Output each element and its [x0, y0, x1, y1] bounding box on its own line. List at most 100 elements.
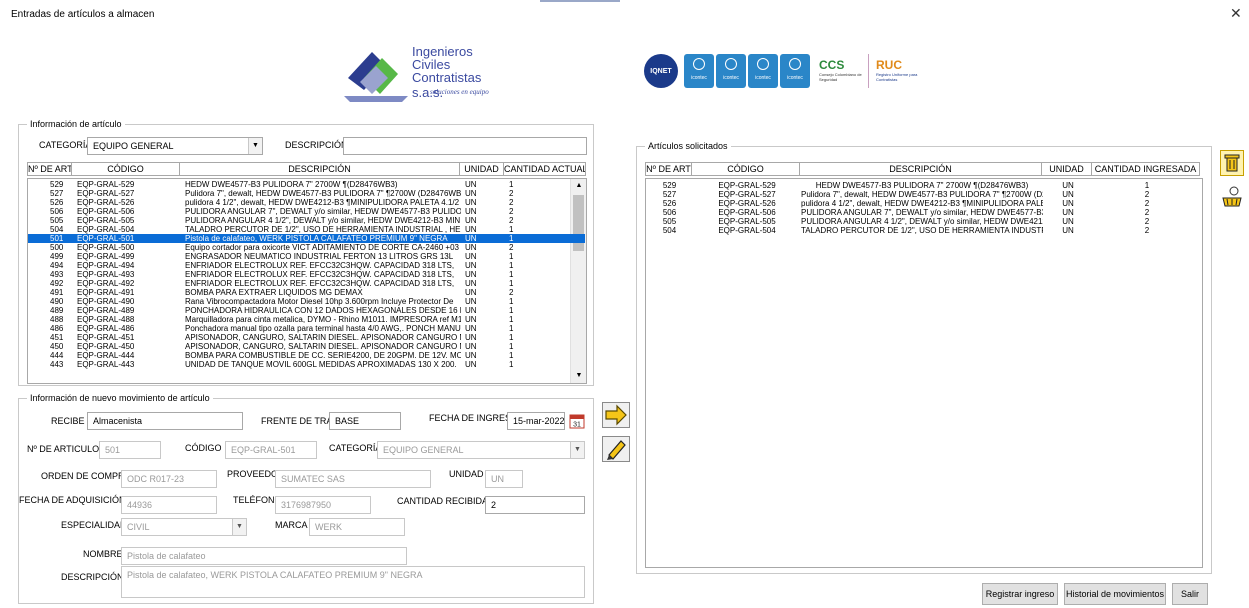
- list-item[interactable]: 500 EQP-GRAL-500 Equipo cortador para oxic…: [28, 243, 585, 252]
- list-item[interactable]: 488 EQP-GRAL-488 Marquilladora para cinta …: [28, 315, 585, 324]
- categoria-mov-select[interactable]: EQUIPO GENERAL ▼: [377, 441, 585, 459]
- list-item[interactable]: 529 EQP-GRAL-529 HEDW DWE4577-B3 PULIDORA …: [646, 181, 1201, 190]
- historial-button[interactable]: Historial de movimientos: [1064, 583, 1166, 605]
- chevron-down-icon[interactable]: ▼: [248, 138, 262, 154]
- list-cell: UN: [465, 297, 477, 306]
- list-item[interactable]: 494 EQP-GRAL-494 ENFRIADOR ELECTROLUX REF.…: [28, 261, 585, 270]
- unidad-input[interactable]: UN: [485, 470, 523, 488]
- list-item[interactable]: 526 EQP-GRAL-526 pulidora 4 1/2", dewalt, …: [646, 199, 1201, 208]
- column-header[interactable]: Nº DE ART: [27, 162, 72, 176]
- list-cell: UN: [1062, 199, 1074, 208]
- salir-button[interactable]: Salir: [1172, 583, 1208, 605]
- list-item[interactable]: 526 EQP-GRAL-526 pulidora 4 1/2", dewalt, …: [28, 198, 585, 207]
- fecha-ingreso-input[interactable]: 15-mar-2022: [507, 412, 565, 430]
- list-item[interactable]: 527 EQP-GRAL-527 Pulidora 7", dewalt, HEDW…: [28, 189, 585, 198]
- list-item[interactable]: 443 EQP-GRAL-443 UNIDAD DE TANQUE MOVIL 60…: [28, 360, 585, 369]
- telefono-input[interactable]: 3176987950: [275, 496, 371, 514]
- info-articulo-legend: Información de artículo: [27, 119, 125, 129]
- scroll-down-icon[interactable]: ▼: [571, 369, 586, 383]
- list-cell: 491: [50, 288, 64, 297]
- list-cell: UN: [465, 306, 477, 315]
- list-item[interactable]: 490 EQP-GRAL-490 Rana Vibrocompactadora Mo…: [28, 297, 585, 306]
- calendar-icon[interactable]: 31: [569, 413, 585, 429]
- list-cell: 499: [50, 252, 64, 261]
- list-item[interactable]: 505 EQP-GRAL-505 PULIDORA ANGULAR 4 1/2", …: [28, 216, 585, 225]
- frente-input[interactable]: BASE: [329, 412, 401, 430]
- list-item[interactable]: 493 EQP-GRAL-493 ENFRIADOR ELECTROLUX REF.…: [28, 270, 585, 279]
- list-cell: 1: [509, 279, 514, 288]
- articulos-listbox[interactable]: ▲ ▼ 529 EQP-GRAL-529 HEDW DWE4577-B3 PULID…: [27, 178, 587, 384]
- list-cell: 2: [509, 198, 514, 207]
- delete-button[interactable]: [1220, 150, 1244, 176]
- list-cell: 506: [50, 207, 64, 216]
- categoria-select[interactable]: EQUIPO GENERAL ▼: [87, 137, 263, 155]
- orden-input[interactable]: ODC R017-23: [121, 470, 217, 488]
- list-item[interactable]: 501 EQP-GRAL-501 Pistola de calafateo, WER…: [28, 234, 585, 243]
- especialidad-select[interactable]: CIVIL ▼: [121, 518, 247, 536]
- categoria-mov-label: CATEGORÍA: [329, 443, 382, 453]
- close-icon[interactable]: ✕: [1230, 5, 1242, 22]
- registrar-ingreso-button[interactable]: Registrar ingreso: [982, 583, 1058, 605]
- list-cell: 526: [662, 199, 677, 208]
- categoria-select-value: EQUIPO GENERAL: [93, 141, 174, 151]
- list-item[interactable]: 492 EQP-GRAL-492 ENFRIADOR ELECTROLUX REF.…: [28, 279, 585, 288]
- codigo-input[interactable]: EQP-GRAL-501: [225, 441, 317, 459]
- articulo-input[interactable]: 501: [99, 441, 161, 459]
- list-cell: TALADRO PERCUTOR DE 1/2", USO DE HERRAMI…: [185, 225, 461, 234]
- nombre-input[interactable]: Pistola de calafateo: [121, 547, 407, 565]
- list-item[interactable]: 504 EQP-GRAL-504 TALADRO PERCUTOR DE 1/2",…: [646, 226, 1201, 235]
- list-cell: UN: [465, 252, 477, 261]
- marca-input[interactable]: WERK: [309, 518, 405, 536]
- list-item[interactable]: 529 EQP-GRAL-529 HEDW DWE4577-B3 PULIDORA …: [28, 180, 585, 189]
- list-cell: HEDW DWE4577-B3 PULIDORA 7" 2700W ¶(D284…: [185, 180, 398, 189]
- list-item[interactable]: 451 EQP-GRAL-451 APISONADOR, CANGURO, SALT…: [28, 333, 585, 342]
- list-item[interactable]: 486 EQP-GRAL-486 Ponchadora manual tipo oz…: [28, 324, 585, 333]
- descripcion-mov-textarea[interactable]: Pistola de calafateo, WERK PISTOLA CALAF…: [121, 566, 585, 598]
- list-cell: 504: [662, 226, 677, 235]
- column-header[interactable]: CANTIDAD INGRESADA: [1092, 162, 1200, 176]
- column-header[interactable]: CÓDIGO: [72, 162, 180, 176]
- chevron-down-icon[interactable]: ▼: [570, 442, 584, 458]
- list-item[interactable]: 527 EQP-GRAL-527 Pulidora 7", dewalt, HEDW…: [646, 190, 1201, 199]
- list-cell: 444: [50, 351, 64, 360]
- list-cell: pulidora 4 1/2", dewalt, HEDW DWE4212-B3…: [801, 199, 1043, 208]
- column-header[interactable]: UNIDAD: [1042, 162, 1092, 176]
- list-cell: EQP-GRAL-500: [77, 243, 135, 252]
- column-header[interactable]: UNIDAD: [460, 162, 504, 176]
- list-cell: 529: [662, 181, 677, 190]
- list-cell: APISONADOR, CANGURO, SALTARIN DIESEL. AP…: [185, 333, 461, 342]
- column-header[interactable]: CÓDIGO: [692, 162, 800, 176]
- chevron-down-icon[interactable]: ▼: [232, 519, 246, 535]
- list-item[interactable]: 489 EQP-GRAL-489 PONCHADORA HIDRAULICA CON…: [28, 306, 585, 315]
- list-cell: 443: [50, 360, 64, 369]
- list-cell: 2: [509, 216, 514, 225]
- list-item[interactable]: 506 EQP-GRAL-506 PULIDORA ANGULAR 7", DEWA…: [646, 208, 1201, 217]
- edit-button[interactable]: [602, 436, 630, 462]
- proveedor-input[interactable]: SUMATEC SAS: [275, 470, 431, 488]
- cantidad-input[interactable]: 2: [485, 496, 585, 514]
- column-header[interactable]: DESCRIPCIÓN: [180, 162, 460, 176]
- list-item[interactable]: 450 EQP-GRAL-450 APISONADOR, CANGURO, SALT…: [28, 342, 585, 351]
- fecha-adq-label: FECHA DE ADQUISICIÓN: [19, 495, 126, 505]
- list-item[interactable]: 444 EQP-GRAL-444 BOMBA PARA COMBUSTIBLE DE…: [28, 351, 585, 360]
- column-header[interactable]: CANTIDAD ACTUAL: [504, 162, 586, 176]
- list-item[interactable]: 491 EQP-GRAL-491 BOMBA PARA EXTRAER LIQUID…: [28, 288, 585, 297]
- column-header[interactable]: DESCRIPCIÓN: [800, 162, 1042, 176]
- list-item[interactable]: 504 EQP-GRAL-504 TALADRO PERCUTOR DE 1/2",…: [28, 225, 585, 234]
- add-button[interactable]: [602, 402, 630, 428]
- list-item[interactable]: 505 EQP-GRAL-505 PULIDORA ANGULAR 4 1/2", …: [646, 217, 1201, 226]
- list-cell: UN: [1062, 217, 1074, 226]
- column-header[interactable]: Nº DE ART: [645, 162, 692, 176]
- list-item[interactable]: 506 EQP-GRAL-506 PULIDORA ANGULAR 7", DEWA…: [28, 207, 585, 216]
- list-cell: EQP-GRAL-527: [718, 190, 776, 199]
- clear-button[interactable]: [1220, 184, 1244, 210]
- list-cell: ENFRIADOR ELECTROLUX REF. EFCC32C3HQW. C…: [185, 279, 455, 288]
- list-cell: EQP-GRAL-526: [77, 198, 135, 207]
- list-item[interactable]: 499 EQP-GRAL-499 ENGRASADOR NEUMATICO INDU…: [28, 252, 585, 261]
- fecha-adq-input[interactable]: 44936: [121, 496, 217, 514]
- list-cell: 504: [50, 225, 64, 234]
- solicitados-listbox[interactable]: 529 EQP-GRAL-529 HEDW DWE4577-B3 PULIDORA …: [645, 178, 1203, 568]
- descripcion-filter-input[interactable]: [343, 137, 587, 155]
- orden-label: ORDEN DE COMPRA: [41, 471, 131, 481]
- recibe-input[interactable]: Almacenista: [87, 412, 243, 430]
